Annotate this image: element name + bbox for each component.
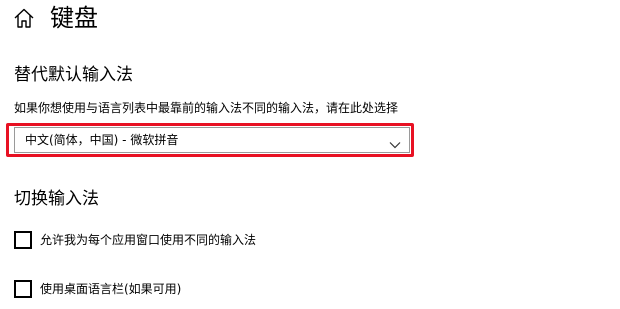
per-app-input-checkbox[interactable] [14, 231, 32, 249]
chevron-down-icon [389, 135, 401, 149]
per-app-input-label: 允许我为每个应用窗口使用不同的输入法 [40, 233, 257, 247]
default-input-description: 如果你想使用与语言列表中最靠前的输入法不同的输入法，请在此处选择 [14, 101, 399, 115]
page-title: 键盘 [50, 4, 98, 32]
home-icon[interactable] [12, 7, 36, 29]
desktop-language-bar-checkbox[interactable] [14, 280, 32, 298]
dropdown-selected-value: 中文(简体，中国) - 微软拼音 [25, 133, 179, 147]
desktop-language-bar-label: 使用桌面语言栏(如果可用) [40, 282, 182, 296]
input-method-dropdown[interactable]: 中文(简体，中国) - 微软拼音 [14, 127, 410, 153]
default-input-heading: 替代默认输入法 [14, 65, 133, 85]
switch-input-heading: 切换输入法 [14, 189, 99, 209]
